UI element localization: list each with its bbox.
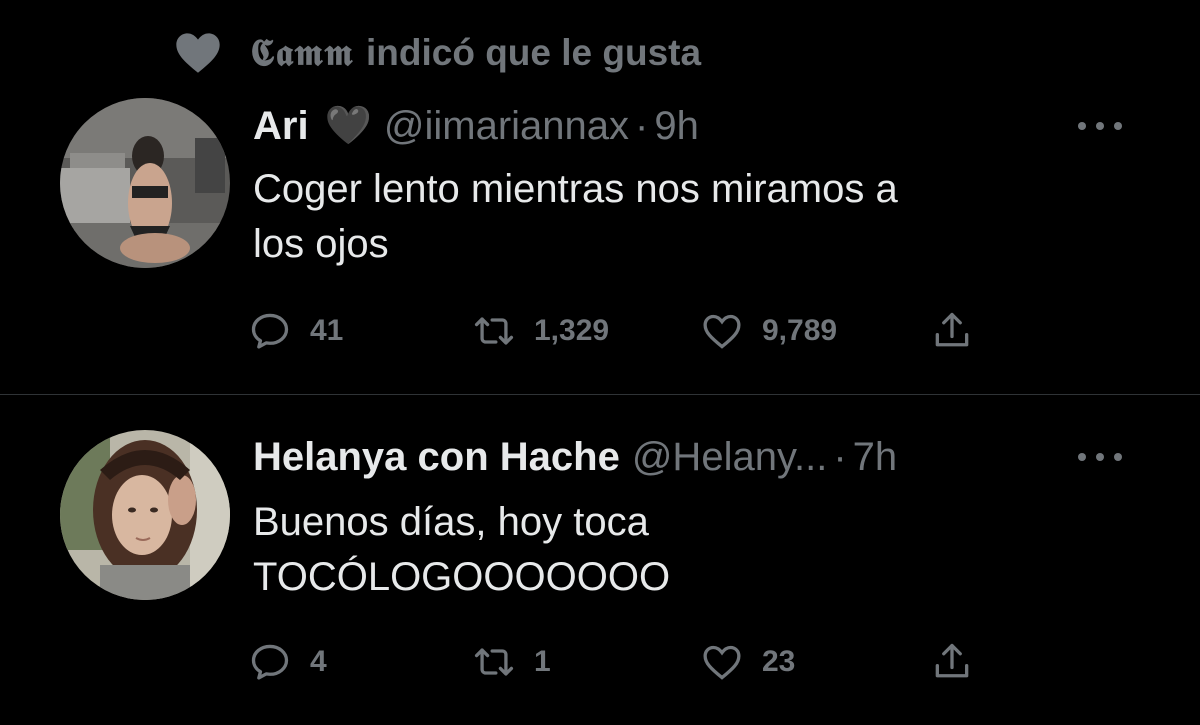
avatar[interactable] <box>60 430 230 600</box>
reply-count: 41 <box>310 314 344 347</box>
more-icon[interactable] <box>1078 447 1122 467</box>
heart-outline-icon <box>703 314 741 349</box>
tweet-header: Ari 🖤 @iimariannax · 9h <box>253 96 699 156</box>
black-heart-emoji: 🖤 <box>324 105 372 147</box>
user-handle[interactable]: @iimariannax <box>384 104 629 149</box>
tweet-text-line: Coger lento mientras nos miramos a <box>253 167 898 211</box>
like-count: 9,789 <box>762 314 838 347</box>
share-button[interactable] <box>930 640 974 684</box>
like-button[interactable]: 23 <box>700 640 930 684</box>
separator-dot: · <box>833 434 847 479</box>
share-icon <box>935 312 969 347</box>
display-name[interactable]: Helanya con Hache <box>253 435 620 480</box>
tweet-text: Buenos días, hoy toca TOCÓLOGOOOOOOO <box>253 495 1133 605</box>
tweet-actions: 41 1,329 9,789 <box>248 306 974 356</box>
like-count: 23 <box>762 645 796 678</box>
reply-icon <box>251 313 289 349</box>
reply-icon <box>251 644 289 680</box>
reply-button[interactable]: 4 <box>248 640 472 684</box>
retweet-count: 1 <box>534 645 551 678</box>
social-context: 𝕮𝖆𝖒𝖒 indicó que le gusta <box>172 22 701 82</box>
tweet-actions: 4 1 23 <box>248 637 974 687</box>
share-button[interactable] <box>930 309 974 353</box>
heart-filled-icon <box>176 33 220 73</box>
tweet-header: Helanya con Hache @Helany... · 7h <box>253 427 897 487</box>
reply-count: 4 <box>310 645 327 678</box>
heart-outline-icon <box>703 645 741 680</box>
timestamp[interactable]: 9h <box>654 104 699 149</box>
retweet-count: 1,329 <box>534 314 610 347</box>
retweet-icon <box>474 317 514 345</box>
timestamp[interactable]: 7h <box>853 435 898 480</box>
tweet-text: Coger lento mientras nos miramos a los o… <box>253 162 1133 272</box>
separator-dot: · <box>635 103 649 148</box>
avatar[interactable] <box>60 98 230 268</box>
reply-button[interactable]: 41 <box>248 309 472 353</box>
tweet[interactable]: Helanya con Hache @Helany... · 7h Buenos… <box>0 395 1200 725</box>
retweet-button[interactable]: 1,329 <box>472 309 700 353</box>
user-handle[interactable]: @Helany... <box>632 435 828 480</box>
share-icon <box>935 643 969 678</box>
tweet-text-line: los ojos <box>253 222 389 266</box>
retweet-icon <box>474 648 514 676</box>
tweet-text-line: Buenos días, hoy toca <box>253 500 649 544</box>
tweet[interactable]: Ari 🖤 @iimariannax · 9h Coger lento mien… <box>0 90 1200 395</box>
retweet-button[interactable]: 1 <box>472 640 700 684</box>
social-context-label: indicó que le gusta <box>365 31 702 73</box>
display-name[interactable]: Ari <box>253 104 309 149</box>
tweet-text-line: TOCÓLOGOOOOOOO <box>253 555 671 599</box>
more-icon[interactable] <box>1078 116 1122 136</box>
like-button[interactable]: 9,789 <box>700 309 930 353</box>
liker-name[interactable]: 𝕮𝖆𝖒𝖒 <box>250 30 354 74</box>
